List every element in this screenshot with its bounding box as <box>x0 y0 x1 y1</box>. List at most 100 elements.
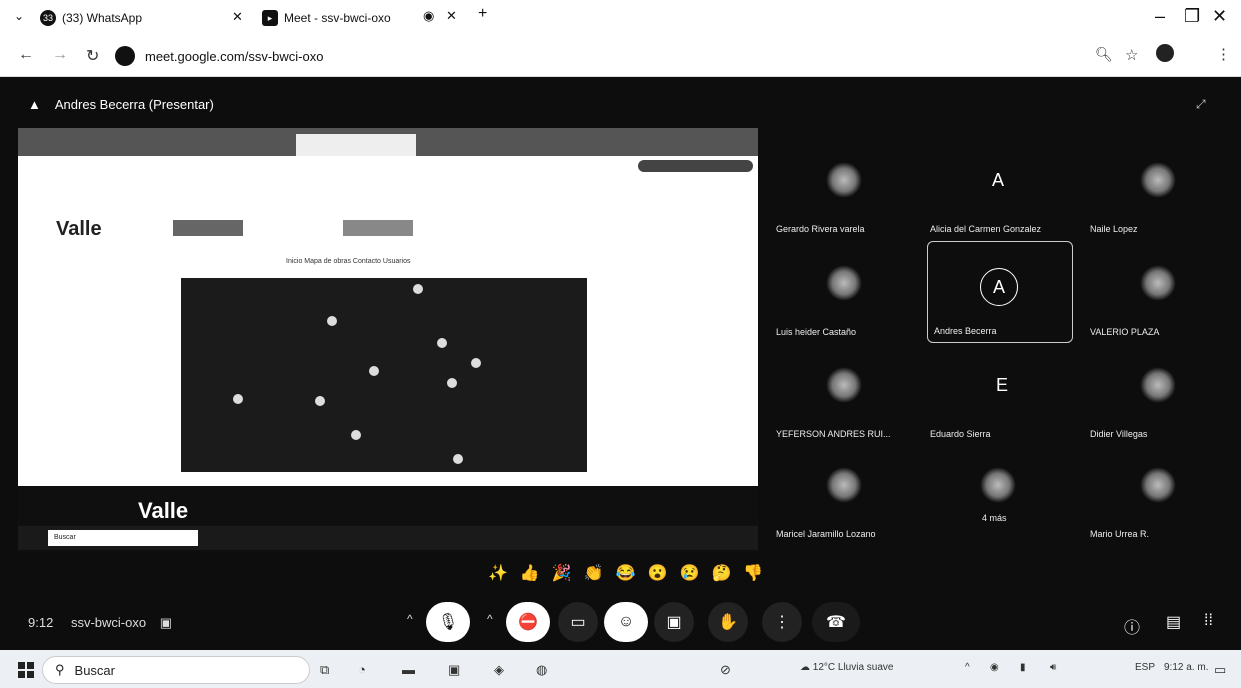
tray-chevron-icon[interactable]: ^ <box>965 662 970 673</box>
participant-tile-active-speaker[interactable]: A Andres Becerra <box>927 241 1073 343</box>
help-icon[interactable]: ⊘ <box>720 662 731 678</box>
whatsapp-icon: 33 <box>40 10 56 26</box>
copy-info-icon[interactable]: ▣ <box>160 615 172 630</box>
camera-options-chevron-icon[interactable]: ^ <box>487 612 493 626</box>
weather-widget[interactable]: ☁ 12°C Lluvia suave <box>800 662 894 673</box>
minimize-icon[interactable]: – <box>1155 6 1165 27</box>
participant-name: Luis heider Castaño <box>776 327 857 337</box>
store-icon[interactable]: ▣ <box>448 662 460 678</box>
thumbs-down-reaction-icon[interactable]: 👎 <box>743 563 763 583</box>
map-marker <box>351 430 361 440</box>
participant-tile[interactable]: A Alicia del Carmen Gonzalez <box>930 140 1070 240</box>
participant-name: Alicia del Carmen Gonzalez <box>930 224 1042 234</box>
language-indicator[interactable]: ESP <box>1135 662 1155 673</box>
participant-name: Eduardo Sierra <box>930 429 991 439</box>
taskbar-search[interactable]: ⚲ Buscar <box>42 656 310 684</box>
chat-icon[interactable]: ▤ <box>1166 612 1181 632</box>
more-options-button[interactable]: ⋮ <box>762 602 802 642</box>
map-marker <box>413 284 423 294</box>
zoom-icon[interactable]: 🔍︎ <box>1095 46 1113 63</box>
think-reaction-icon[interactable]: 🤔 <box>711 563 731 583</box>
clock[interactable]: 9:12 a. m. <box>1164 662 1208 673</box>
meet-icon: ▸ <box>262 10 278 26</box>
hand-icon: ✋ <box>718 614 738 631</box>
emoji-icon: ☺ <box>617 613 635 630</box>
windows-start-icon[interactable] <box>18 662 34 678</box>
reactions-button[interactable]: ☺ <box>604 602 648 642</box>
participant-tile[interactable]: Didier Villegas <box>1090 345 1230 445</box>
tab-whatsapp[interactable]: 33 (33) WhatsApp <box>40 4 142 32</box>
participant-tile[interactable]: Mario Urrea R. <box>1090 445 1230 545</box>
party-reaction-icon[interactable]: 🎉 <box>552 563 572 583</box>
weather-text: 12°C Lluvia suave <box>812 662 894 673</box>
captions-button[interactable]: ▭ <box>558 602 598 642</box>
reload-icon[interactable]: ↻ <box>86 46 99 66</box>
laugh-reaction-icon[interactable]: 😂 <box>616 563 636 583</box>
participant-tile[interactable]: Naile Lopez <box>1090 140 1230 240</box>
battery-icon[interactable]: ▮ <box>1020 662 1026 673</box>
close-tab-icon[interactable]: ✕ <box>446 8 457 24</box>
chrome-icon[interactable]: ◍ <box>536 662 547 678</box>
obras-map <box>181 278 587 472</box>
site-nav-links: Inicio Mapa de obras Contacto Usuarios <box>286 258 411 265</box>
shared-active-tab <box>296 134 416 156</box>
surprise-reaction-icon[interactable]: 😮 <box>648 563 668 583</box>
sparkle-reaction-icon[interactable]: ✨ <box>488 563 508 583</box>
volume-icon[interactable]: 🔊︎ <box>1050 662 1056 673</box>
clap-reaction-icon[interactable]: 👏 <box>584 563 604 583</box>
participant-photo <box>980 467 1016 503</box>
activities-grid-icon[interactable]: ⁞⁞ <box>1204 612 1213 630</box>
mic-options-chevron-icon[interactable]: ^ <box>407 612 413 626</box>
sad-reaction-icon[interactable]: 😢 <box>680 563 700 583</box>
shared-profile-pill <box>638 160 753 172</box>
participant-initial: A <box>980 268 1018 306</box>
mic-off-button[interactable]: 🎙︎ <box>426 602 470 642</box>
participant-name: Andres Becerra <box>934 326 997 336</box>
app-icon[interactable]: ◈ <box>494 662 504 678</box>
network-icon[interactable]: ◉ <box>990 662 999 673</box>
participant-tile[interactable]: Gerardo Rivera varela <box>776 140 916 240</box>
thumbs-up-reaction-icon[interactable]: 👍 <box>520 563 540 583</box>
participant-tile[interactable]: YEFERSON ANDRES RUI... <box>776 345 916 445</box>
participant-tile[interactable]: E Eduardo Sierra <box>930 345 1070 445</box>
close-window-icon[interactable]: ✕ <box>1212 6 1227 27</box>
bookmark-star-icon[interactable]: ☆ <box>1125 46 1138 64</box>
meeting-details-icon[interactable]: ⓘ <box>1124 614 1140 638</box>
tab-search-chevron-icon[interactable]: ⌄ <box>14 9 24 23</box>
camera-off-button[interactable]: ⛔ <box>506 602 550 642</box>
file-explorer-icon[interactable]: ▬ <box>402 662 415 677</box>
tab-meet[interactable]: ▸ Meet - ssv-bwci-oxo <box>262 4 391 32</box>
present-screen-icon: ▣ <box>666 614 682 631</box>
more-vert-icon: ⋮ <box>774 614 790 631</box>
map-marker <box>315 396 325 406</box>
raise-hand-button[interactable]: ✋ <box>708 602 748 642</box>
site-info-icon[interactable] <box>115 46 135 66</box>
menu-kebab-icon[interactable]: ⋮ <box>1216 45 1231 63</box>
presenter-collapse-icon[interactable]: ▲ <box>28 97 41 112</box>
participant-name: Naile Lopez <box>1090 224 1138 234</box>
participant-tile[interactable]: VALERIO PLAZA <box>1090 243 1230 343</box>
browser-tab-strip <box>0 0 1241 36</box>
profile-avatar[interactable] <box>1156 44 1174 62</box>
participant-tile[interactable]: Maricel Jaramillo Lozano <box>776 445 916 545</box>
widgets-icon[interactable]: ◔ <box>358 662 366 677</box>
fullscreen-icon[interactable]: ⤢ <box>1196 97 1206 112</box>
participant-photo <box>1140 467 1176 503</box>
task-view-icon[interactable]: ⧉ <box>320 662 329 678</box>
back-icon[interactable]: ← <box>18 46 34 64</box>
present-button[interactable]: ▣ <box>654 602 694 642</box>
meeting-time: 9:12 <box>28 615 54 630</box>
leave-call-button[interactable]: ☎ <box>812 602 860 642</box>
close-tab-icon[interactable]: ✕ <box>232 9 243 25</box>
map-marker <box>471 358 481 368</box>
valle-footer-logo: Valle <box>138 498 189 523</box>
forward-icon[interactable]: → <box>52 46 68 64</box>
participant-photo <box>1140 162 1176 198</box>
captions-icon: ▭ <box>570 614 586 631</box>
more-participants-tile[interactable]: 4 más <box>930 445 1070 545</box>
new-tab-icon[interactable]: + <box>478 5 487 23</box>
participant-tile[interactable]: Luis heider Castaño <box>776 243 916 343</box>
restore-icon[interactable]: ❐ <box>1184 6 1200 27</box>
url-field[interactable]: meet.google.com/ssv-bwci-oxo <box>115 44 323 68</box>
notifications-icon[interactable]: ▭ <box>1214 662 1226 678</box>
